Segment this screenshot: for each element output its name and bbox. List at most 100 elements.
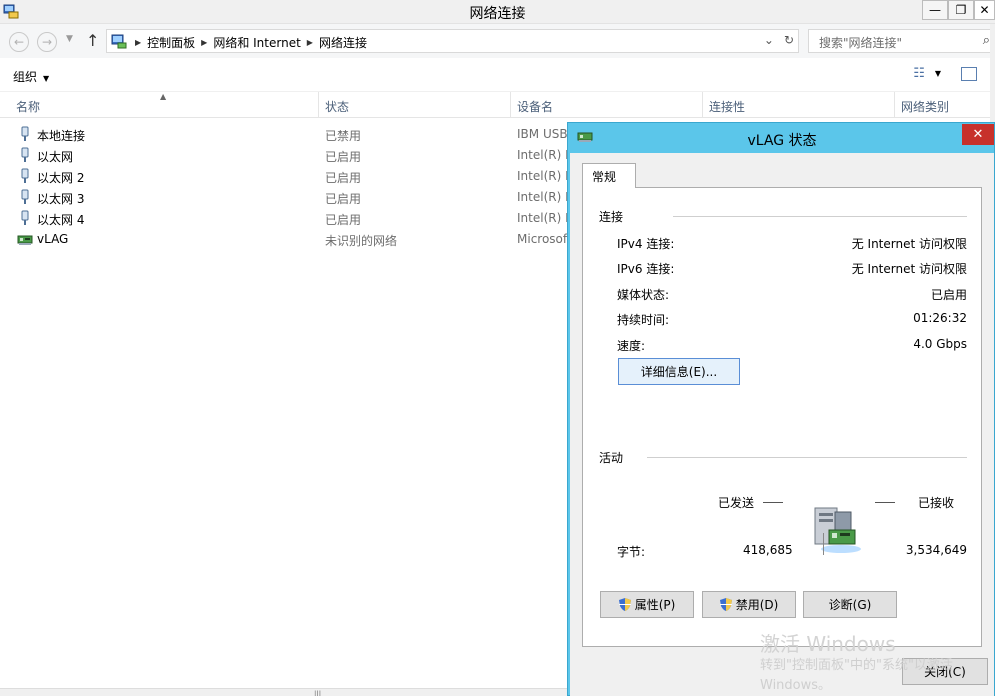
breadcrumb: ▶ 控制面板 ▶ 网络和 Internet ▶ 网络连接 <box>135 34 367 51</box>
group-divider <box>647 457 967 458</box>
change-view-icon[interactable]: ☷ <box>913 66 925 81</box>
breadcrumb-network-connections[interactable]: 网络连接 <box>319 34 367 51</box>
search-box[interactable]: 搜索"网络连接" ⌕ <box>808 29 995 53</box>
window-title: 网络连接 <box>469 6 526 22</box>
media-state-value: 已启用 <box>930 288 967 302</box>
forward-button[interactable]: → <box>37 32 57 52</box>
connection-status: 已启用 <box>325 171 362 185</box>
disable-label: 禁用(D) <box>735 598 779 612</box>
breadcrumb-separator-icon[interactable]: ▶ <box>307 38 313 47</box>
diagnose-button[interactable]: 诊断(G) <box>803 591 897 618</box>
breadcrumb-network-internet[interactable]: 网络和 Internet <box>213 34 300 51</box>
ethernet-adapter-icon <box>21 168 29 183</box>
scrollbar-grip-icon[interactable]: ||| <box>314 690 321 696</box>
close-window-button[interactable]: ✕ <box>974 0 995 20</box>
connection-name: 本地连接 <box>37 129 86 143</box>
breadcrumb-separator-icon[interactable]: ▶ <box>135 38 141 47</box>
organize-label: 组织 <box>13 70 38 84</box>
view-options-dropdown-icon[interactable]: ▼ <box>935 69 941 78</box>
close-icon: ✕ <box>972 127 984 142</box>
back-arrow-icon: ← <box>13 35 25 49</box>
ipv6-value: 无 Internet 访问权限 <box>851 262 967 276</box>
connection-device: Intel(R) I <box>517 190 569 204</box>
minimize-icon: — <box>929 3 941 17</box>
column-divider[interactable] <box>894 92 895 118</box>
disable-button[interactable]: 禁用(D) <box>702 591 796 618</box>
minimize-button[interactable]: — <box>922 0 948 20</box>
breadcrumb-separator-icon[interactable]: ▶ <box>201 38 207 47</box>
sent-label: 已发送 <box>718 496 755 510</box>
search-icon[interactable]: ⌕ <box>983 33 990 48</box>
dialog-title: vLAG 状态 <box>747 133 817 149</box>
column-headers: ▲ 名称 状态 设备名 连接性 网络类别 <box>0 92 995 118</box>
breadcrumb-control-panel[interactable]: 控制面板 <box>147 34 195 51</box>
received-label: 已接收 <box>918 496 955 510</box>
back-button[interactable]: ← <box>9 32 29 52</box>
address-dropdown-icon[interactable]: ⌄ <box>764 33 774 47</box>
connection-group-label: 连接 <box>599 210 624 224</box>
maximize-button[interactable]: ❐ <box>948 0 974 20</box>
speed-label: 速度: <box>617 339 646 353</box>
ipv4-label: IPv4 连接: <box>617 237 675 251</box>
connection-device: Intel(R) I <box>517 211 569 225</box>
media-state-label: 媒体状态: <box>617 288 670 302</box>
up-button[interactable]: ↑ <box>86 31 99 50</box>
tab-general[interactable]: 常规 <box>582 163 636 188</box>
network-computer-icon <box>814 507 861 553</box>
preview-pane-icon[interactable] <box>961 66 977 81</box>
command-bar: 组织 ▼ ☷ ▼ <box>0 58 995 92</box>
refresh-icon[interactable]: ↻ <box>784 33 794 47</box>
column-header-network-category[interactable]: 网络类别 <box>901 98 949 115</box>
speed-value: 4.0 Gbps <box>913 337 967 351</box>
column-header-connectivity[interactable]: 连接性 <box>709 98 745 115</box>
connection-device: Intel(R) I <box>517 169 569 183</box>
column-header-status[interactable]: 状态 <box>325 98 349 115</box>
connection-status: 已启用 <box>325 150 362 164</box>
activity-line <box>763 502 783 503</box>
dialog-close-button[interactable]: ✕ <box>962 124 994 145</box>
duration-label: 持续时间: <box>617 313 670 327</box>
column-divider[interactable] <box>318 92 319 118</box>
connection-device: Intel(R) I <box>517 148 569 162</box>
column-divider[interactable] <box>702 92 703 118</box>
window-titlebar: 网络连接 — ❐ ✕ <box>0 0 995 24</box>
forward-arrow-icon: → <box>41 35 53 49</box>
horizontal-scrollbar[interactable]: ||| <box>0 688 568 696</box>
ethernet-adapter-icon <box>21 147 29 162</box>
column-header-device[interactable]: 设备名 <box>517 98 553 115</box>
bytes-received-value: 3,534,649 <box>905 543 967 557</box>
control-panel-icon <box>111 34 127 49</box>
dialog-titlebar[interactable]: vLAG 状态 ✕ <box>568 123 995 153</box>
tab-panel-general: 连接 IPv4 连接: 无 Internet 访问权限 IPv6 连接: 无 I… <box>582 187 982 647</box>
connection-name: vLAG <box>37 232 69 246</box>
close-dialog-button[interactable]: 关闭(C) <box>902 658 988 685</box>
organize-menu[interactable]: 组织 ▼ <box>13 68 49 85</box>
properties-label: 属性(P) <box>634 598 676 612</box>
bytes-sent-value: 418,685 <box>743 543 793 557</box>
connection-status: 已启用 <box>325 192 362 206</box>
column-header-name[interactable]: 名称 <box>16 98 40 115</box>
vertical-scrollbar[interactable] <box>990 24 995 124</box>
sort-ascending-icon: ▲ <box>160 92 167 101</box>
dialog-body: 常规 连接 IPv4 连接: 无 Internet 访问权限 IPv6 连接: … <box>570 153 994 696</box>
status-dialog: vLAG 状态 ✕ 常规 连接 IPv4 连接: 无 Internet 访问权限… <box>567 122 995 696</box>
connection-name: 以太网 3 <box>37 192 85 206</box>
details-button[interactable]: 详细信息(E)... <box>618 358 740 385</box>
column-divider[interactable] <box>510 92 511 118</box>
address-bar-row: ← → ▼ ↑ ▶ 控制面板 ▶ 网络和 Internet ▶ 网络连接 ⌄ ↻… <box>0 24 995 58</box>
bytes-divider <box>823 533 824 555</box>
group-divider <box>673 216 967 217</box>
recent-locations-dropdown[interactable]: ▼ <box>66 34 73 44</box>
properties-button[interactable]: 属性(P) <box>600 591 694 618</box>
ethernet-adapter-icon <box>21 126 29 141</box>
ethernet-adapter-icon <box>21 210 29 225</box>
ethernet-adapter-icon <box>21 189 29 204</box>
activity-line <box>875 502 895 503</box>
connection-name: 以太网 2 <box>37 171 85 185</box>
connection-status: 已禁用 <box>325 129 362 143</box>
connection-device: IBM USB <box>517 127 568 141</box>
close-icon: ✕ <box>979 3 990 17</box>
address-field[interactable]: ▶ 控制面板 ▶ 网络和 Internet ▶ 网络连接 ⌄ ↻ <box>106 29 799 53</box>
uac-shield-icon <box>719 598 732 611</box>
network-adapter-card-icon <box>17 235 33 245</box>
